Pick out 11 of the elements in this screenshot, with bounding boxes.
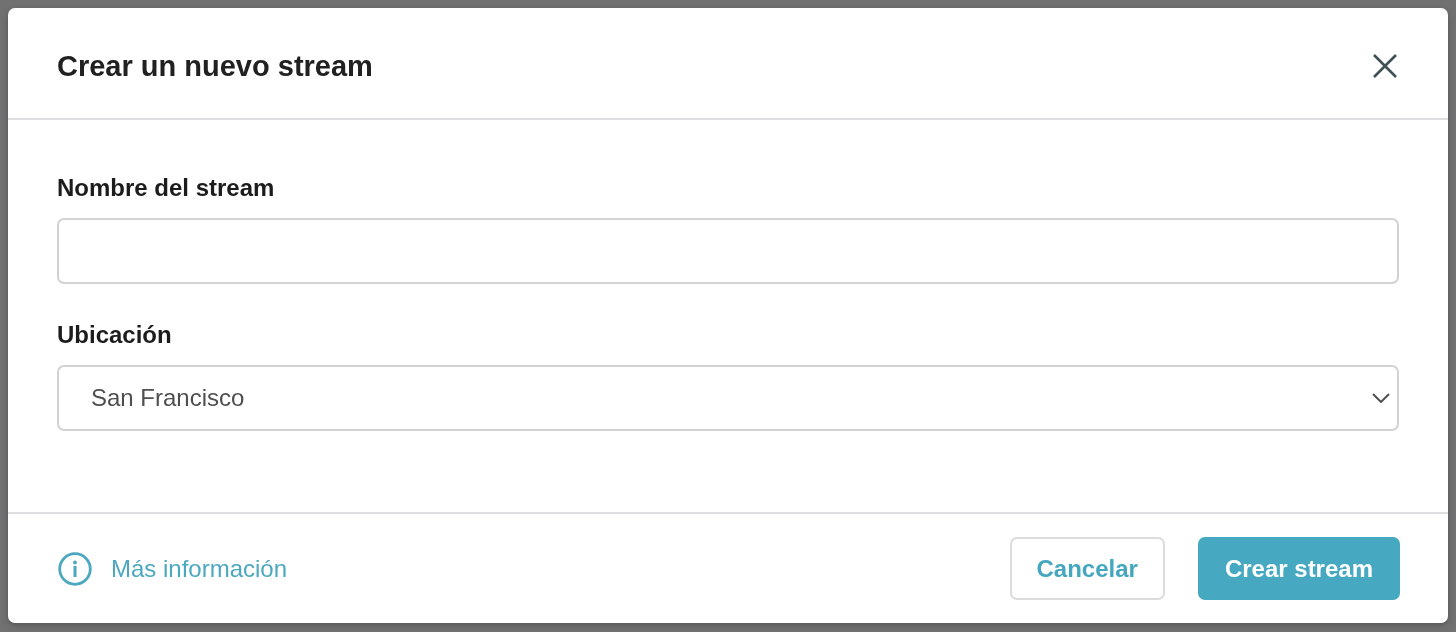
close-icon[interactable] [1372,53,1398,79]
create-button[interactable]: Crear stream [1197,537,1400,600]
input-field[interactable] [57,218,1399,284]
chevron-down-icon [1372,393,1390,403]
field-label: Nombre del stream [57,173,276,203]
field-label: Ubicación [57,320,173,350]
more-info-link[interactable]: Más información [111,554,288,583]
info-icon[interactable] [58,551,92,586]
select-field[interactable]: San Francisco [57,365,1399,431]
dialog-title: Crear un nuevo stream [57,49,373,83]
cancel-button[interactable]: Cancelar [1009,537,1165,600]
